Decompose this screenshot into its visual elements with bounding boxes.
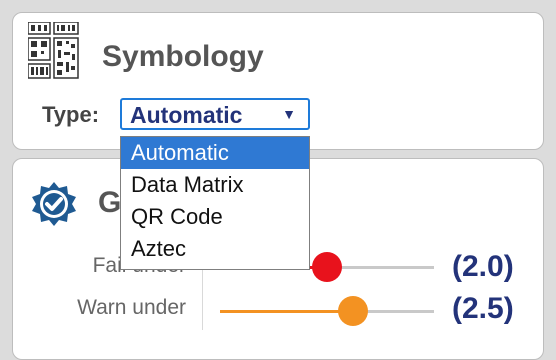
warn-under-slider[interactable]: [220, 296, 434, 326]
dropdown-option-automatic[interactable]: Automatic: [121, 137, 309, 169]
barcode-icon: [28, 22, 79, 79]
warn-under-label: Warn under: [77, 296, 186, 319]
badge-check-icon: [32, 182, 76, 226]
type-dropdown-list: Automatic Data Matrix QR Code Aztec: [120, 136, 310, 270]
warn-slider-thumb[interactable]: [337, 296, 368, 326]
grading-title: G: [98, 186, 122, 219]
warn-slider-fill: [220, 310, 353, 313]
type-select-value: Automatic: [130, 102, 243, 128]
symbology-title: Symbology: [102, 40, 264, 73]
dropdown-option-aztec[interactable]: Aztec: [121, 233, 309, 265]
fail-slider-thumb[interactable]: [312, 252, 342, 282]
warn-under-value: (2.5): [452, 292, 514, 325]
fail-under-value: (2.0): [452, 250, 514, 283]
dropdown-option-qr-code[interactable]: QR Code: [121, 201, 309, 233]
dropdown-option-data-matrix[interactable]: Data Matrix: [121, 169, 309, 201]
type-select[interactable]: Automatic ▼: [120, 98, 310, 130]
chevron-down-icon: ▼: [282, 106, 296, 122]
type-label: Type:: [42, 102, 100, 127]
